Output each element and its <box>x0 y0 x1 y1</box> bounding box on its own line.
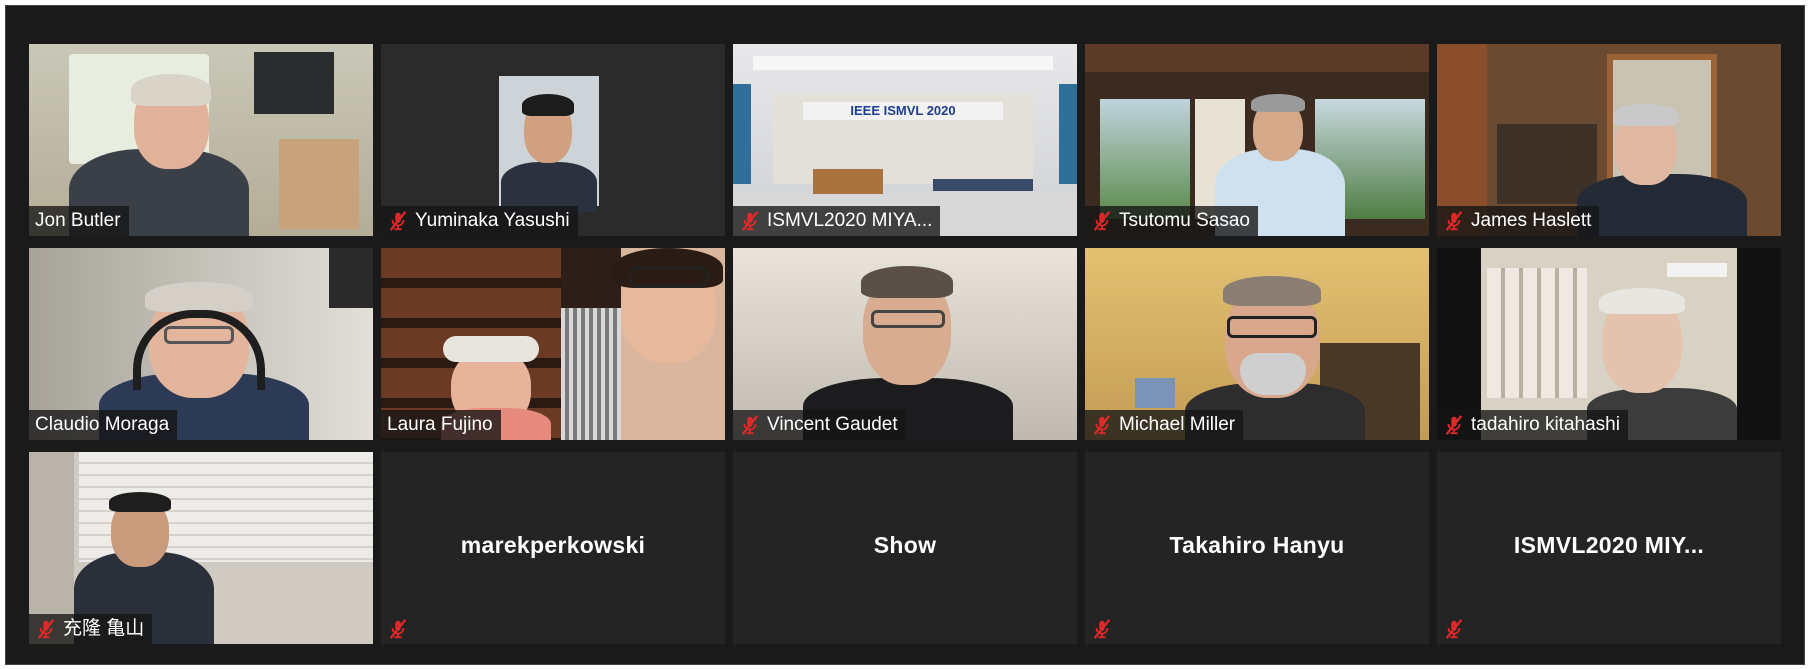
banner-text: IEEE ISMVL 2020 <box>803 102 1003 120</box>
video-tile-james-haslett[interactable]: James Haslett <box>1437 44 1781 236</box>
video-tile-tsutomu-sasao[interactable]: Tsutomu Sasao <box>1085 44 1429 236</box>
mic-muted-icon <box>739 414 761 436</box>
video-tile-marekperkowski[interactable]: marekperkowski <box>381 452 725 644</box>
zoom-gallery-view: Jon Butler Yuminaka Yasushi IEEE ISMVL 2… <box>5 5 1805 665</box>
participant-name-label: Claudio Moraga <box>29 410 178 440</box>
mic-muted-icon <box>1091 414 1113 436</box>
participant-name: Show <box>873 532 937 558</box>
video-tile-claudio-moraga[interactable]: Claudio Moraga <box>29 248 373 440</box>
video-tile-takahiro-hanyu[interactable]: Takahiro Hanyu <box>1085 452 1429 644</box>
participant-name: Yuminaka Yasushi <box>415 210 570 231</box>
participant-name-label: James Haslett <box>1437 206 1600 236</box>
mic-muted-icon <box>739 210 761 232</box>
participant-name-label: Michael Miller <box>1085 410 1244 440</box>
participant-name: ISMVL2020 MIYA... <box>767 210 933 231</box>
video-tile-yuminaka-yasushi[interactable]: Yuminaka Yasushi <box>381 44 725 236</box>
participant-name-label: ISMVL2020 MIYA... <box>733 206 941 236</box>
mic-muted-icon <box>387 618 409 640</box>
video-tile-ismvl2020-miy[interactable]: ISMVL2020 MIY... <box>1437 452 1781 644</box>
participant-name-label: 充隆 亀山 <box>29 614 153 644</box>
participant-name-label: Yuminaka Yasushi <box>381 206 578 236</box>
participant-name: James Haslett <box>1471 210 1592 231</box>
video-tile-tadahiro-kitahashi[interactable]: tadahiro kitahashi <box>1437 248 1781 440</box>
participant-name-label: Laura Fujino <box>381 410 501 440</box>
mic-muted-icon <box>1443 414 1465 436</box>
participant-name: Claudio Moraga <box>35 414 170 435</box>
mic-muted-icon <box>1091 210 1113 232</box>
participant-name: Jon Butler <box>35 210 121 231</box>
participant-name: Laura Fujino <box>387 414 493 435</box>
mic-muted-icon <box>35 618 57 640</box>
video-tile-kameyama[interactable]: 充隆 亀山 <box>29 452 373 644</box>
mic-muted-icon <box>1443 210 1465 232</box>
participant-name-label: tadahiro kitahashi <box>1437 410 1628 440</box>
participant-name: Vincent Gaudet <box>767 414 898 435</box>
participant-name: 充隆 亀山 <box>63 618 145 639</box>
participant-name-label: Jon Butler <box>29 206 129 236</box>
video-tile-laura-fujino[interactable]: Laura Fujino <box>381 248 725 440</box>
mic-muted-icon <box>1091 618 1113 640</box>
participant-name: Michael Miller <box>1119 414 1236 435</box>
participant-name: marekperkowski <box>460 532 646 558</box>
participant-name: tadahiro kitahashi <box>1471 414 1620 435</box>
video-tile-michael-miller[interactable]: Michael Miller <box>1085 248 1429 440</box>
participant-name: ISMVL2020 MIY... <box>1513 532 1705 558</box>
participant-name: Takahiro Hanyu <box>1169 532 1345 558</box>
video-tile-show[interactable]: Show <box>733 452 1077 644</box>
participant-name-label: Vincent Gaudet <box>733 410 906 440</box>
video-tile-ismvl2020-venue[interactable]: IEEE ISMVL 2020 ISMVL2020 MIYA... <box>733 44 1077 236</box>
video-tile-vincent-gaudet[interactable]: Vincent Gaudet <box>733 248 1077 440</box>
participant-name-label: Tsutomu Sasao <box>1085 206 1258 236</box>
mic-muted-icon <box>1443 618 1465 640</box>
video-tile-jon-butler[interactable]: Jon Butler <box>29 44 373 236</box>
mic-muted-icon <box>387 210 409 232</box>
participant-name: Tsutomu Sasao <box>1119 210 1250 231</box>
